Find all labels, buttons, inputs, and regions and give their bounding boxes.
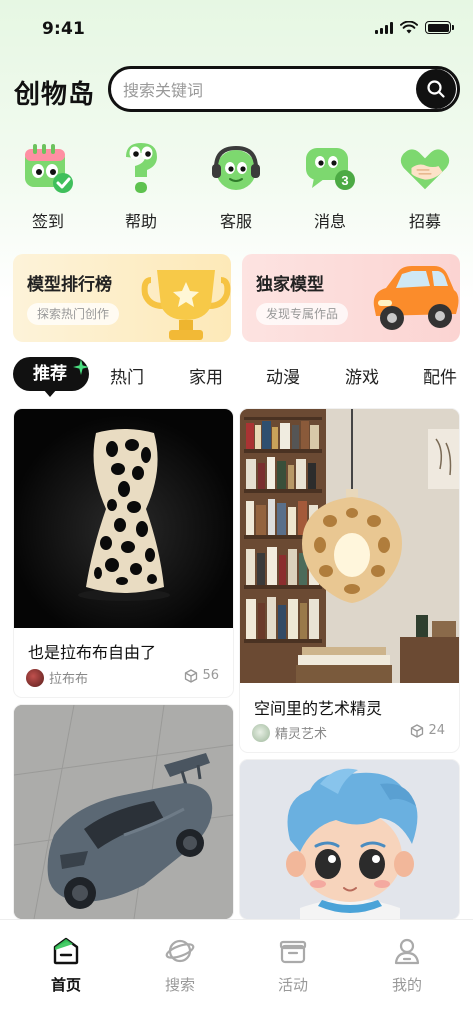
quick-action-recruit[interactable]: 招募 bbox=[385, 138, 465, 232]
model-card[interactable]: 空间里的艺术精灵 精灵艺术 24 bbox=[240, 409, 459, 752]
author-name: 拉布布 bbox=[49, 672, 89, 687]
status-time: 9:41 bbox=[42, 19, 86, 39]
pendant-lamp-image bbox=[240, 409, 459, 683]
card-title: 空间里的艺术精灵 bbox=[254, 699, 383, 718]
card-image bbox=[240, 409, 459, 683]
card-title: 也是拉布布自由了 bbox=[28, 643, 157, 662]
quick-action-label: 招募 bbox=[408, 212, 441, 231]
banner-title: 独家模型 bbox=[256, 275, 324, 295]
quick-action-label: 消息 bbox=[313, 212, 346, 231]
search-input[interactable]: 搜索关键词 bbox=[123, 77, 416, 101]
headset-icon bbox=[207, 138, 265, 198]
toy-car-icon bbox=[373, 266, 459, 330]
author-name: 精灵艺术 bbox=[275, 727, 328, 742]
nav-label: 搜索 bbox=[164, 976, 195, 994]
nav-home[interactable]: 首页 bbox=[26, 936, 106, 995]
card-image bbox=[14, 705, 233, 919]
tab-anime[interactable]: 动漫 bbox=[266, 363, 300, 388]
quick-action-label: 帮助 bbox=[124, 212, 157, 231]
quick-actions: 签到 帮助 客服 3 消息 招募 bbox=[0, 138, 473, 238]
nav-activity[interactable]: 活动 bbox=[253, 936, 333, 995]
exclusive-banner[interactable]: 独家模型 发现专属作品 bbox=[242, 254, 460, 342]
tab-hot[interactable]: 热门 bbox=[110, 363, 144, 388]
nav-label: 活动 bbox=[277, 976, 308, 994]
ranking-banner[interactable]: 模型排行榜 探索热门创作 bbox=[13, 254, 231, 342]
status-icons bbox=[375, 21, 454, 34]
sparkle-icon bbox=[73, 359, 89, 375]
search-button[interactable] bbox=[416, 69, 456, 109]
quick-action-checkin[interactable]: 签到 bbox=[8, 138, 88, 232]
card-author[interactable]: 精灵艺术 bbox=[252, 723, 327, 742]
handshake-heart-icon bbox=[396, 138, 454, 198]
model-card[interactable] bbox=[240, 760, 459, 919]
sports-car-image bbox=[14, 705, 233, 919]
tab-games[interactable]: 游戏 bbox=[345, 363, 379, 388]
quick-action-service[interactable]: 客服 bbox=[196, 138, 276, 232]
count-value: 56 bbox=[202, 668, 219, 683]
gift-box-icon bbox=[253, 936, 333, 966]
avatar bbox=[26, 668, 44, 687]
cartoon-boy-image bbox=[240, 760, 459, 919]
home-icon bbox=[26, 936, 106, 966]
quick-action-label: 签到 bbox=[31, 212, 64, 231]
bottom-nav: 首页 搜索 活动 我的 bbox=[0, 919, 473, 1024]
card-author[interactable]: 拉布布 bbox=[26, 668, 88, 687]
model-card[interactable]: 也是拉布布自由了 拉布布 56 bbox=[14, 409, 233, 697]
banner-subtitle: 探索热门创作 bbox=[27, 303, 120, 325]
model-count: 56 bbox=[184, 668, 219, 683]
user-icon bbox=[367, 936, 447, 966]
tab-home[interactable]: 家用 bbox=[189, 363, 223, 388]
quick-action-label: 客服 bbox=[219, 212, 252, 231]
nav-profile[interactable]: 我的 bbox=[367, 936, 447, 995]
cellular-signal-icon bbox=[375, 21, 393, 34]
nav-label: 我的 bbox=[391, 976, 422, 994]
chat-bubble-icon: 3 bbox=[301, 138, 359, 198]
search-icon bbox=[427, 80, 445, 98]
cube-icon bbox=[185, 668, 198, 683]
card-image bbox=[240, 760, 459, 919]
banner-subtitle: 发现专属作品 bbox=[256, 303, 349, 325]
status-bar: 9:41 bbox=[0, 0, 473, 56]
model-count: 24 bbox=[410, 723, 445, 738]
battery-icon bbox=[425, 21, 454, 34]
nav-search[interactable]: 搜索 bbox=[140, 936, 220, 995]
count-value: 24 bbox=[428, 723, 445, 738]
lattice-sculpture-image bbox=[78, 429, 170, 601]
tab-accessories[interactable]: 配件 bbox=[423, 363, 457, 388]
trophy-icon bbox=[141, 270, 231, 340]
quick-action-help[interactable]: 帮助 bbox=[101, 138, 181, 232]
planet-icon bbox=[140, 936, 220, 966]
message-badge: 3 bbox=[341, 173, 348, 188]
search-bar[interactable]: 搜索关键词 bbox=[108, 66, 460, 112]
app-logo: 创物岛 bbox=[14, 80, 96, 110]
avatar bbox=[252, 723, 270, 742]
card-image bbox=[14, 409, 233, 628]
cube-icon bbox=[411, 723, 424, 738]
wifi-icon bbox=[400, 21, 418, 34]
question-mark-icon bbox=[112, 138, 170, 198]
banner-title: 模型排行榜 bbox=[27, 275, 112, 295]
calendar-check-icon bbox=[19, 138, 77, 198]
quick-action-messages[interactable]: 3 消息 bbox=[290, 138, 370, 232]
category-tabs: 推荐 热门 家用 动漫 游戏 配件 bbox=[0, 356, 473, 397]
nav-label: 首页 bbox=[50, 976, 81, 994]
model-card[interactable] bbox=[14, 705, 233, 919]
